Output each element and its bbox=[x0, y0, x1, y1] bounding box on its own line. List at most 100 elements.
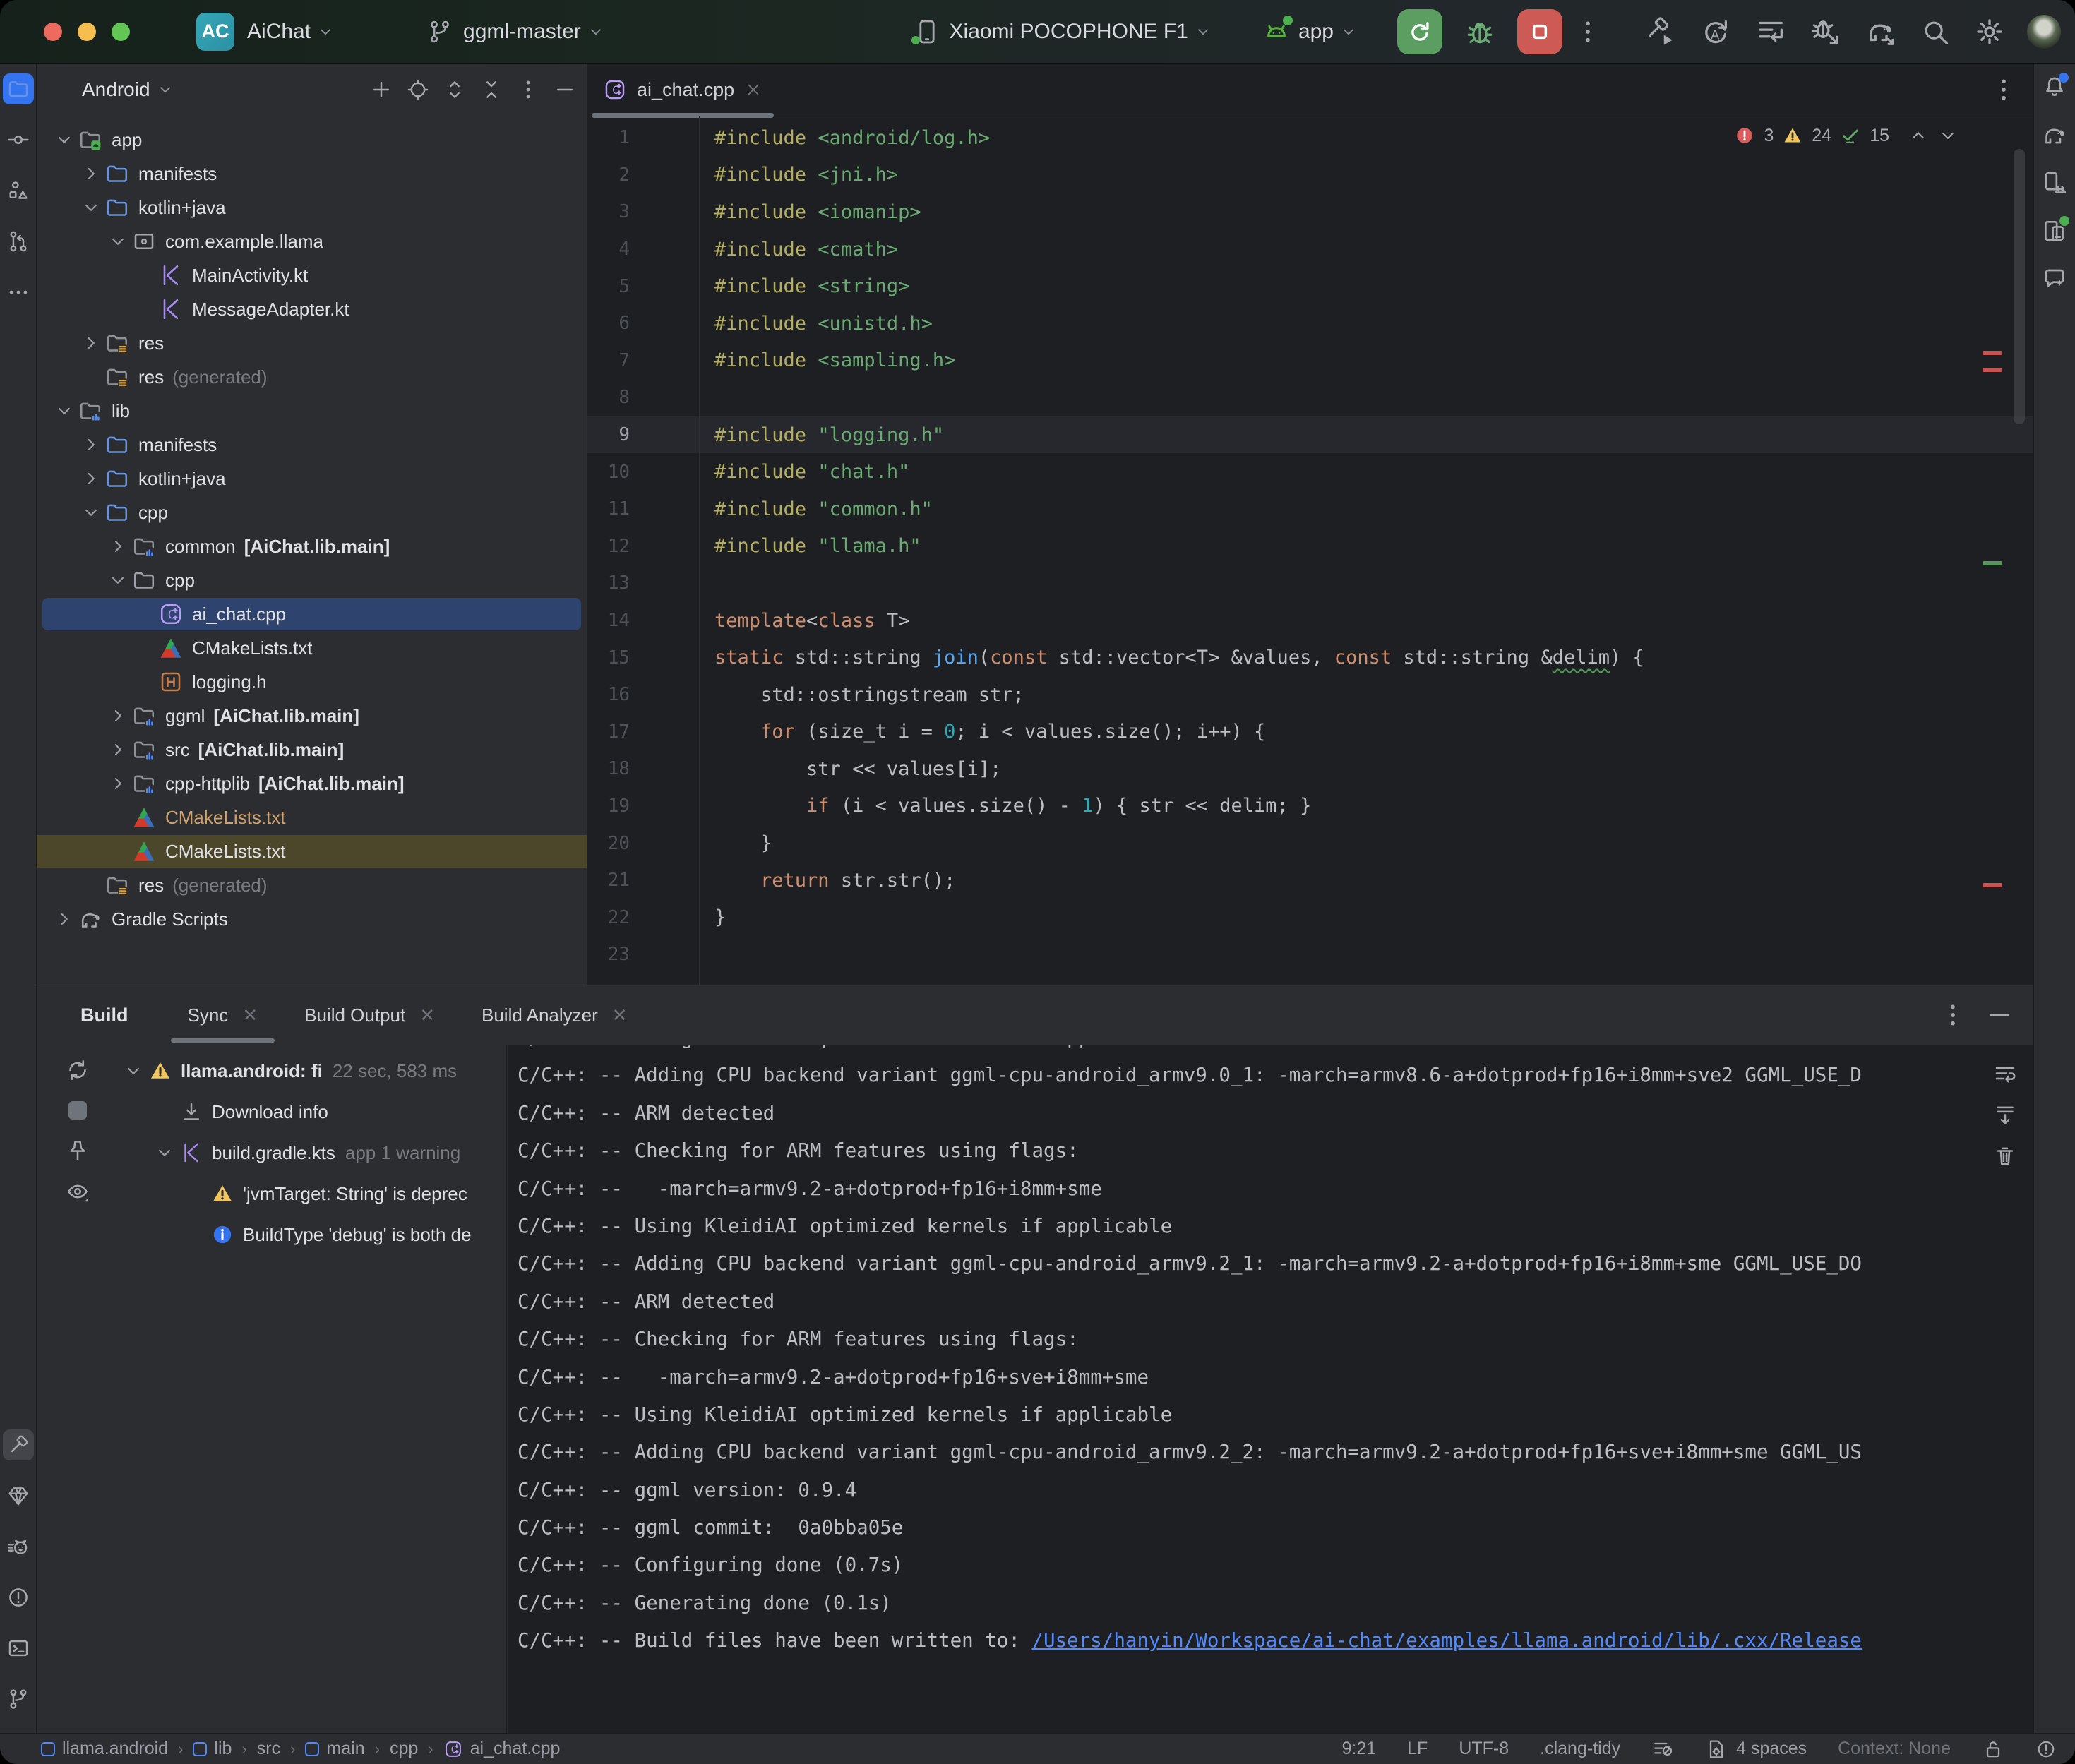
tool-terminal-button[interactable] bbox=[3, 1633, 34, 1664]
code-line-22[interactable]: 22} bbox=[587, 899, 2033, 936]
debug-button[interactable] bbox=[1464, 16, 1496, 48]
code-line-11[interactable]: 11#include "common.h" bbox=[587, 491, 2033, 528]
tree-chevron-icon[interactable] bbox=[79, 434, 103, 455]
tree-chevron-icon[interactable] bbox=[79, 332, 103, 354]
build-options-icon[interactable] bbox=[1939, 1001, 1967, 1029]
tab-sync[interactable]: Sync✕ bbox=[174, 985, 273, 1045]
collapse-all-icon[interactable] bbox=[479, 78, 503, 102]
tree-item-res[interactable]: res bbox=[37, 326, 587, 360]
tree-item-mainactivity-kt[interactable]: MainActivity.kt bbox=[37, 258, 587, 292]
code-line-19[interactable]: 19 if (i < values.size() - 1) { str << d… bbox=[587, 788, 2033, 825]
view-chevron-icon[interactable] bbox=[156, 80, 174, 99]
tool-vcs-button[interactable] bbox=[3, 1684, 34, 1715]
line-number[interactable]: 20 bbox=[587, 833, 699, 854]
highlighting-level-icon[interactable] bbox=[1651, 1738, 1674, 1760]
rerun-button[interactable] bbox=[1397, 9, 1442, 54]
build-console[interactable]: C/C++: -- Using KleidiAI optimized kerne… bbox=[508, 1045, 2033, 1733]
project-chevron-icon[interactable] bbox=[316, 23, 335, 41]
code-line-14[interactable]: 14template<class T> bbox=[587, 602, 2033, 640]
tree-item-kotlin-java[interactable]: kotlin+java bbox=[37, 462, 587, 496]
apply-changes-icon[interactable]: A bbox=[1699, 16, 1732, 48]
project-logo[interactable]: AC bbox=[196, 13, 234, 51]
tree-item-lib[interactable]: lib bbox=[37, 394, 587, 428]
code-line-5[interactable]: 5#include <string> bbox=[587, 268, 2033, 305]
breadcrumb-item-cpp[interactable]: cpp bbox=[390, 1739, 418, 1759]
tree-chevron-icon[interactable] bbox=[79, 163, 103, 184]
expand-all-icon[interactable] bbox=[443, 78, 467, 102]
sync-chevron-icon[interactable] bbox=[153, 1142, 177, 1163]
tool-pull-requests-button[interactable] bbox=[3, 226, 34, 257]
tree-item-ai-chat-cpp[interactable]: Cai_chat.cpp bbox=[37, 597, 587, 631]
line-number[interactable]: 18 bbox=[587, 758, 699, 779]
clear-console-icon[interactable] bbox=[1992, 1144, 2018, 1169]
indent-widget[interactable]: 4 spaces bbox=[1705, 1738, 1807, 1760]
pin-icon[interactable] bbox=[65, 1138, 90, 1163]
line-number[interactable]: 6 bbox=[587, 313, 699, 334]
tree-item-res[interactable]: res(generated) bbox=[37, 868, 587, 902]
run-config-chevron-icon[interactable] bbox=[1339, 23, 1358, 41]
file-encoding[interactable]: UTF-8 bbox=[1459, 1739, 1509, 1759]
suppress-icon[interactable] bbox=[68, 1101, 87, 1120]
code-line-17[interactable]: 17 for (size_t i = 0; i < values.size();… bbox=[587, 714, 2033, 751]
attach-debugger-icon[interactable] bbox=[1810, 16, 1842, 48]
code-editor[interactable]: 1#include <android/log.h>2#include <jni.… bbox=[587, 116, 2033, 985]
code-line-15[interactable]: 15static std::string join(const std::vec… bbox=[587, 639, 2033, 676]
clang-tidy-profile[interactable]: .clang-tidy bbox=[1540, 1739, 1620, 1759]
tool-commit-button[interactable] bbox=[3, 124, 34, 155]
breadcrumb-item-src[interactable]: src bbox=[257, 1739, 280, 1759]
line-number[interactable]: 16 bbox=[587, 684, 699, 705]
code-line-16[interactable]: 16 std::ostringstream str; bbox=[587, 676, 2033, 714]
line-number[interactable]: 5 bbox=[587, 276, 699, 297]
line-number[interactable]: 22 bbox=[587, 907, 699, 928]
code-line-21[interactable]: 21 return str.str(); bbox=[587, 862, 2033, 899]
line-separator[interactable]: LF bbox=[1407, 1739, 1428, 1759]
sync-row[interactable]: BuildType 'debug' is both de bbox=[121, 1214, 506, 1255]
breadcrumb-item-ai-chat-cpp[interactable]: Cai_chat.cpp bbox=[443, 1739, 561, 1759]
tree-chevron-icon[interactable] bbox=[52, 400, 76, 421]
code-line-6[interactable]: 6#include <unistd.h> bbox=[587, 305, 2033, 342]
tree-item-manifests[interactable]: manifests bbox=[37, 428, 587, 462]
code-line-23[interactable]: 23 bbox=[587, 936, 2033, 973]
sync-row[interactable]: Download info bbox=[121, 1091, 506, 1132]
sync-row[interactable]: llama.android: fi22 sec, 583 ms bbox=[121, 1050, 506, 1091]
tree-chevron-icon[interactable] bbox=[106, 739, 130, 760]
close-build-analyzer-tab-icon[interactable]: ✕ bbox=[612, 1004, 628, 1026]
tree-item-res[interactable]: res(generated) bbox=[37, 360, 587, 394]
editor-tab-ai-chat-cpp[interactable]: C ai_chat.cpp bbox=[587, 64, 778, 116]
hide-panel-icon[interactable] bbox=[553, 78, 577, 102]
tree-chevron-icon[interactable] bbox=[106, 705, 130, 726]
line-number[interactable]: 17 bbox=[587, 721, 699, 743]
tree-item-cmakelists-txt[interactable]: CMakeLists.txt bbox=[37, 631, 587, 665]
tree-chevron-icon[interactable] bbox=[106, 231, 130, 252]
notifications-icon[interactable] bbox=[2041, 73, 2068, 100]
build-variants-icon[interactable] bbox=[1754, 16, 1787, 48]
branch-chevron-icon[interactable] bbox=[587, 23, 605, 41]
vcs-branch-icon[interactable] bbox=[426, 18, 453, 45]
vcs-branch-name[interactable]: ggml-master bbox=[463, 20, 581, 44]
code-line-20[interactable]: 20 } bbox=[587, 824, 2033, 862]
ok-stripe-mark[interactable] bbox=[1983, 561, 2002, 565]
error-stripe-mark[interactable] bbox=[1983, 368, 2002, 372]
close-build-output-tab-icon[interactable]: ✕ bbox=[419, 1004, 435, 1026]
add-icon[interactable] bbox=[369, 78, 393, 102]
panel-options-icon[interactable] bbox=[516, 78, 540, 102]
line-number[interactable]: 10 bbox=[587, 462, 699, 483]
prev-problem-icon[interactable] bbox=[1908, 125, 1929, 146]
line-number[interactable]: 12 bbox=[587, 536, 699, 557]
tree-item-kotlin-java[interactable]: kotlin+java bbox=[37, 191, 587, 224]
code-line-10[interactable]: 10#include "chat.h" bbox=[587, 453, 2033, 491]
line-number[interactable]: 9 bbox=[587, 424, 699, 445]
close-tab-icon[interactable] bbox=[744, 80, 763, 99]
tree-item-messageadapter-kt[interactable]: MessageAdapter.kt bbox=[37, 292, 587, 326]
stop-button[interactable] bbox=[1517, 9, 1562, 54]
line-number[interactable]: 14 bbox=[587, 610, 699, 631]
tool-logcat-button[interactable] bbox=[3, 1531, 34, 1562]
tree-item-cpp[interactable]: cpp bbox=[37, 563, 587, 597]
tree-chevron-icon[interactable] bbox=[79, 468, 103, 489]
sync-row[interactable]: 'jvmTarget: String' is deprec bbox=[121, 1173, 506, 1214]
tree-item-gradle-scripts[interactable]: Gradle Scripts bbox=[37, 902, 587, 936]
code-line-2[interactable]: 2#include <jni.h> bbox=[587, 157, 2033, 194]
error-stripe-mark[interactable] bbox=[1983, 351, 2002, 355]
tree-item-app[interactable]: app bbox=[37, 123, 587, 157]
line-number[interactable]: 8 bbox=[587, 387, 699, 408]
